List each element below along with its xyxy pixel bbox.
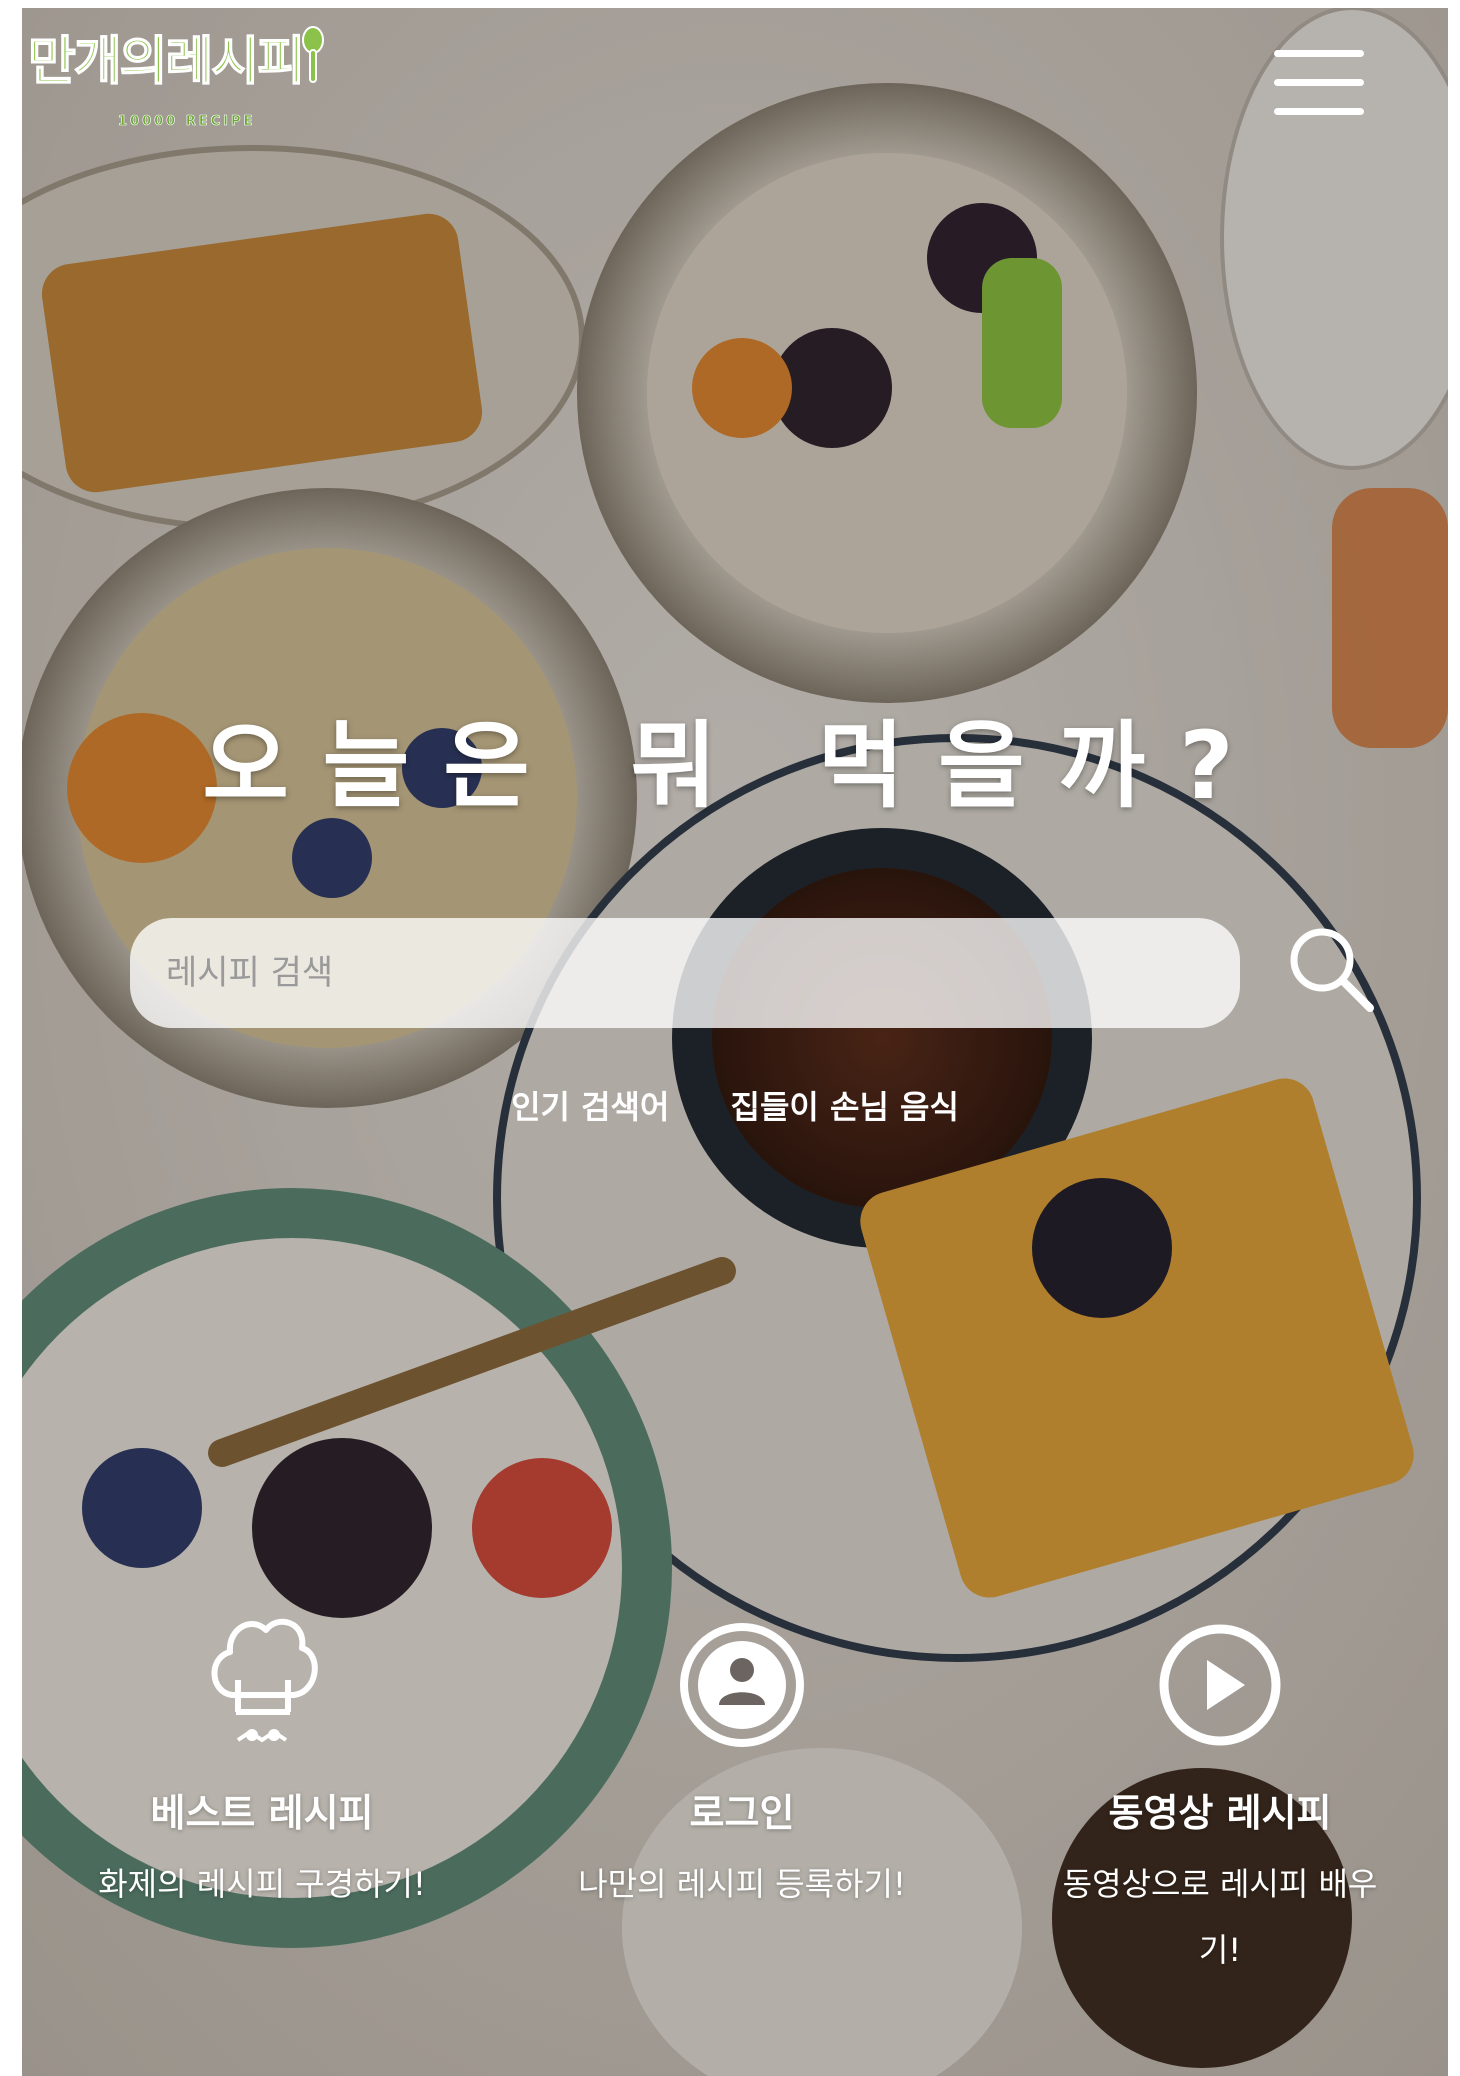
login-description: 나만의 레시피 등록하기! (578, 1865, 906, 1903)
spoon-leaf-icon (302, 26, 324, 83)
popular-searches-label: 인기 검색어 (511, 1088, 670, 1126)
search-icon (1290, 928, 1374, 1012)
hero-headline: 오늘은 뭐 먹을까? (202, 712, 1268, 821)
video-recipe-description: 동영상으로 레시피 배우기! (1062, 1865, 1378, 1969)
logo-subtext: 10000 RECIPE (118, 114, 256, 130)
video-recipe-link[interactable]: 동영상 레시피 동영상으로 레시피 배우기! (1040, 1600, 1400, 1983)
best-recipe-link[interactable]: 베스트 레시피 화제의 레시피 구경하기! (82, 1600, 442, 1917)
best-recipe-description: 화제의 레시피 구경하기! (98, 1865, 426, 1903)
login-link[interactable]: 로그인 나만의 레시피 등록하기! (562, 1600, 922, 1917)
chef-hat-icon (211, 1618, 318, 1743)
hamburger-menu-icon (1274, 79, 1364, 86)
hamburger-menu-icon (1274, 108, 1364, 115)
user-circle-icon (680, 1623, 804, 1747)
login-title: 로그인 (689, 1791, 795, 1835)
menu-button[interactable] (1270, 46, 1368, 120)
popular-searches: 인기 검색어 집들이 손님 음식 (22, 1082, 1448, 1128)
site-logo[interactable]: 만개의레시피 10000 RECIPE (27, 22, 328, 142)
best-recipe-title: 베스트 레시피 (150, 1791, 374, 1835)
popular-search-keyword[interactable]: 집들이 손님 음식 (731, 1088, 959, 1126)
search-input[interactable] (130, 918, 1240, 1028)
logo-text: 만개의레시피 (27, 31, 306, 93)
play-circle-icon (1159, 1624, 1281, 1746)
search-button[interactable] (1282, 920, 1382, 1020)
hamburger-menu-icon (1274, 50, 1364, 57)
video-recipe-title: 동영상 레시피 (1108, 1791, 1332, 1835)
